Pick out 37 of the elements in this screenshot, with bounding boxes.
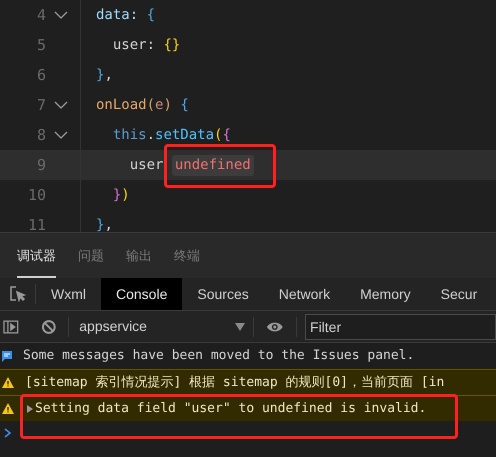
code-line: user: {}	[112, 36, 180, 54]
filter-field[interactable]: Filter	[305, 314, 496, 340]
devtools-tab[interactable]: Sources	[182, 278, 264, 310]
line-number: 11	[26, 214, 46, 232]
dropdown-caret-icon	[235, 322, 246, 330]
console-message: Setting data field "user" to undefined is invalid.	[35, 400, 426, 418]
console-message: [sitemap 索引情况提示] 根据 sitemap 的规则[0]，当前页面 [in	[25, 374, 444, 392]
prompt-chevron-icon	[4, 428, 12, 438]
line-number: 4	[36, 4, 46, 26]
devtools-tab[interactable]: Console	[101, 278, 182, 310]
devtools-tab[interactable]: Network	[264, 278, 346, 310]
code-line: },	[96, 66, 113, 84]
sidebar-toggle-icon[interactable]	[3, 318, 19, 334]
devtools-tab[interactable]: Memory	[345, 278, 426, 310]
code-line: this.setData({	[112, 126, 231, 144]
devtools-tab[interactable]: Wxml	[36, 278, 101, 310]
code-line: onLoad(e) {	[96, 96, 189, 114]
line-number: 8	[36, 124, 46, 146]
line-number: 6	[36, 64, 46, 86]
fold-chevron-icon[interactable]	[54, 11, 68, 19]
code-line: data: {	[96, 6, 156, 24]
eye-icon[interactable]	[266, 320, 284, 332]
message-icon	[2, 350, 12, 362]
code-line: })	[112, 186, 130, 204]
fold-chevron-icon[interactable]	[54, 101, 68, 109]
line-number: 9	[36, 154, 46, 176]
console-message: Some messages have been moved to the Issues panel.	[23, 347, 414, 366]
inspect-icon[interactable]	[10, 286, 26, 302]
line-number: 7	[36, 94, 46, 116]
context-select[interactable]: appservice	[79, 316, 246, 337]
line-number: 10	[26, 184, 46, 206]
fold-chevron-icon[interactable]	[54, 131, 68, 139]
devtools-tab[interactable]: Secur	[426, 278, 492, 310]
line-number: 5	[36, 34, 46, 56]
code-line: },	[96, 216, 113, 232]
clear-console-icon[interactable]	[40, 318, 56, 334]
expand-triangle-icon[interactable]	[27, 404, 33, 412]
